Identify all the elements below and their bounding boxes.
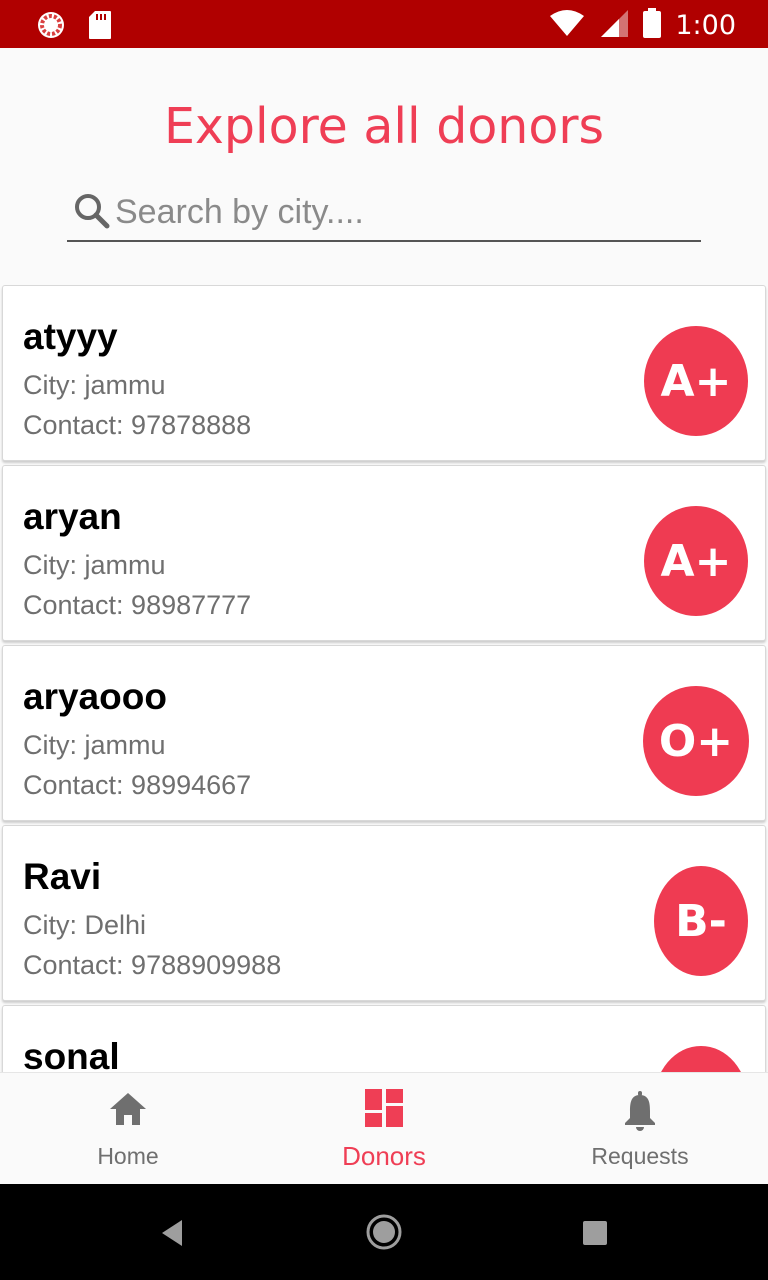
donor-contact: Contact: 97878888 [23,410,252,440]
status-bar: 1:00 [0,0,768,48]
search-input[interactable] [115,192,675,232]
search-bar [67,186,701,242]
donor-name: aryaooo [23,676,167,717]
donor-contact: Contact: 9788909988 [23,950,282,980]
donor-card[interactable]: aryaooo City: jammu Contact: 98994667 O+ [2,645,766,821]
donor-contact: Contact: 98994667 [23,770,252,800]
donor-list[interactable]: atyyy City: jammu Contact: 97878888 A+ a… [0,284,768,1072]
nav-requests-label: Requests [591,1143,689,1169]
blood-group-badge: B- [654,866,748,976]
donor-card[interactable]: atyyy City: jammu Contact: 97878888 A+ [2,285,766,461]
home-icon [0,1091,256,1127]
donor-name: atyyy [23,316,118,357]
donor-card[interactable]: sonal [2,1005,766,1072]
nav-requests[interactable]: Requests [512,1073,768,1185]
app-notification-icon [36,10,66,45]
donor-name: sonal [23,1036,120,1072]
search-icon[interactable] [73,192,111,235]
nav-home-label: Home [97,1143,159,1169]
blood-group-badge: O+ [643,686,749,796]
nav-home[interactable]: Home [0,1073,256,1185]
signal-icon [599,8,629,43]
dashboard-icon [256,1089,512,1127]
donor-city: City: jammu [23,370,166,400]
nav-donors[interactable]: Donors [256,1073,512,1185]
blood-group-badge: A+ [644,506,748,616]
system-navigation-bar [0,1184,768,1280]
header: Explore all donors [0,48,768,284]
donor-name: aryan [23,496,122,537]
bell-icon [512,1091,768,1131]
home-circle-icon[interactable] [365,1213,403,1256]
nav-donors-label: Donors [342,1141,426,1171]
donor-city: City: jammu [23,730,166,760]
donor-card[interactable]: Ravi City: Delhi Contact: 9788909988 B- [2,825,766,1001]
status-time: 1:00 [675,10,736,41]
page-title: Explore all donors [163,98,605,155]
bottom-navigation: Home Donors Requests [0,1072,768,1185]
donor-card[interactable]: aryan City: jammu Contact: 98987777 A+ [2,465,766,641]
donor-contact: Contact: 98987777 [23,590,252,620]
blood-group-badge [654,1046,748,1072]
back-icon[interactable] [158,1218,186,1253]
battery-icon [643,8,662,43]
donor-city: City: Delhi [23,910,147,940]
blood-group-badge: A+ [644,326,748,436]
donor-city: City: jammu [23,550,166,580]
sd-card-icon [88,10,112,45]
recents-icon[interactable] [583,1221,607,1250]
donor-name: Ravi [23,856,102,897]
wifi-icon [549,9,585,42]
